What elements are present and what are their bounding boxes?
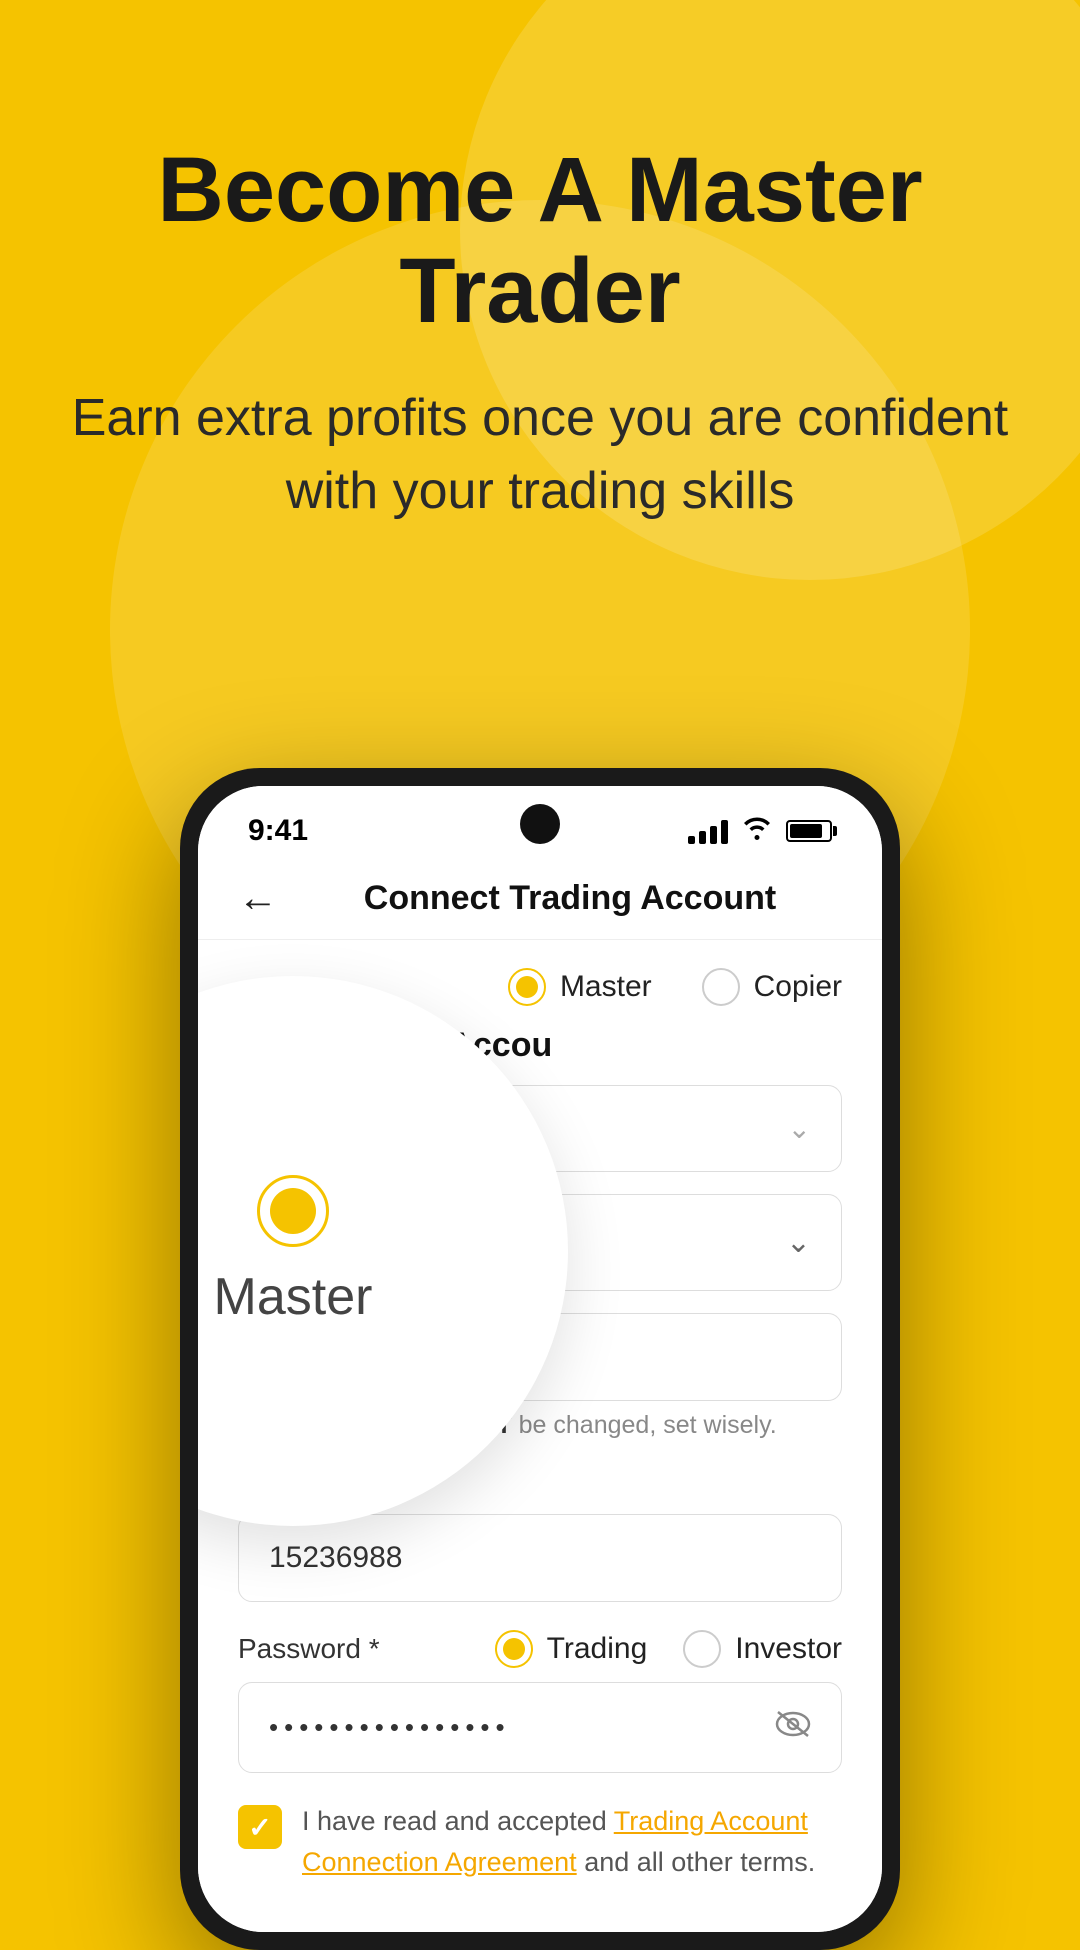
password-dots: •••••••••••••••• bbox=[269, 1712, 511, 1743]
terms-link[interactable]: Trading Account Connection Agreement bbox=[302, 1806, 808, 1877]
master-radio-circle[interactable] bbox=[508, 968, 546, 1006]
terms-text: I have read and accepted Trading Account… bbox=[302, 1801, 842, 1882]
password-label: Password * bbox=[238, 1633, 380, 1665]
phone-mockup: 9:41 bbox=[180, 768, 900, 1950]
zoom-radio-circle bbox=[257, 1175, 329, 1247]
master-radio-option[interactable]: Master bbox=[508, 968, 652, 1006]
terms-checkbox-row[interactable]: ✓ I have read and accepted Trading Accou… bbox=[238, 1801, 842, 1902]
trading-radio-circle[interactable] bbox=[495, 1630, 533, 1668]
signal-bars-icon bbox=[688, 818, 728, 844]
battery-fill bbox=[790, 824, 822, 838]
signal-bar-4 bbox=[721, 820, 728, 844]
checkmark-icon: ✓ bbox=[248, 1811, 271, 1844]
password-input-wrapper[interactable]: •••••••••••••••• bbox=[238, 1682, 842, 1773]
master-radio-label: Master bbox=[560, 970, 652, 1004]
signal-bar-1 bbox=[688, 836, 695, 844]
investor-radio-circle[interactable] bbox=[683, 1630, 721, 1668]
zoom-label: Master bbox=[214, 1267, 373, 1327]
broker-dropdown-chevron: ⌄ bbox=[788, 1112, 811, 1145]
wifi-icon bbox=[742, 815, 772, 848]
app-navbar: ← Connect Trading Account bbox=[198, 858, 882, 940]
status-icons bbox=[688, 815, 832, 848]
id-input[interactable]: 15236988 bbox=[238, 1514, 842, 1602]
hero-title: Become A Master Trader bbox=[60, 140, 1020, 342]
status-bar: 9:41 bbox=[198, 786, 882, 858]
copier-radio-option[interactable]: Copier bbox=[702, 968, 842, 1006]
signal-bar-3 bbox=[710, 826, 717, 844]
phone-outer: 9:41 bbox=[180, 768, 900, 1950]
password-required-indicator: * bbox=[369, 1633, 380, 1664]
id-value: 15236988 bbox=[269, 1541, 402, 1574]
hero-section: Become A Master Trader Earn extra profit… bbox=[0, 0, 1080, 528]
trading-password-radio[interactable]: Trading bbox=[495, 1630, 648, 1668]
investor-password-radio[interactable]: Investor bbox=[683, 1630, 842, 1668]
hero-subtitle: Earn extra profits once you are confiden… bbox=[60, 382, 1020, 528]
investor-radio-label: Investor bbox=[735, 1632, 842, 1666]
camera-notch bbox=[520, 804, 560, 844]
trading-radio-label: Trading bbox=[547, 1632, 648, 1666]
password-type-radio-group: Trading Investor bbox=[495, 1630, 842, 1668]
back-button[interactable]: ← bbox=[238, 876, 278, 921]
password-row: Password * Trading Investor bbox=[238, 1630, 842, 1668]
battery-icon bbox=[786, 820, 832, 842]
copier-radio-circle[interactable] bbox=[702, 968, 740, 1006]
status-time: 9:41 bbox=[248, 814, 308, 848]
terms-checkbox[interactable]: ✓ bbox=[238, 1805, 282, 1849]
signal-bar-2 bbox=[699, 831, 706, 844]
copier-radio-label: Copier bbox=[754, 970, 842, 1004]
navbar-title: Connect Trading Account bbox=[298, 879, 842, 918]
server-dropdown-chevron: ⌄ bbox=[786, 1225, 811, 1260]
phone-screen: 9:41 bbox=[198, 786, 882, 1932]
toggle-password-icon[interactable] bbox=[775, 1709, 811, 1746]
